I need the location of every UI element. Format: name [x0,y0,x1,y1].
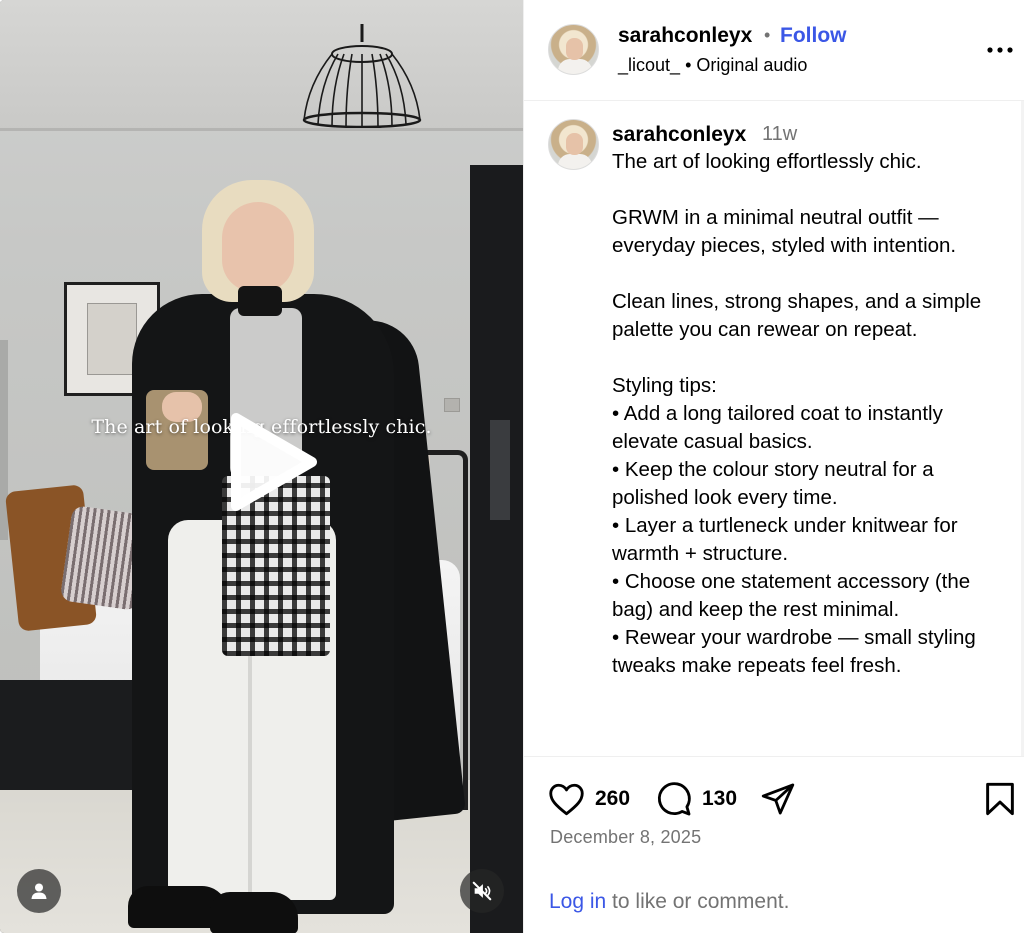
tagged-users-button[interactable] [17,869,61,913]
login-prompt-text: to like or comment. [606,890,790,913]
comment-icon [657,782,691,816]
comment-button[interactable]: 130 [656,779,737,819]
user-icon [31,883,47,899]
avatar[interactable] [548,119,599,170]
save-button[interactable] [984,779,1016,819]
audio-label[interactable]: Original audio [696,55,807,75]
avatar[interactable] [548,24,599,75]
video-player[interactable]: The art of looking effortlessly chic. [0,0,523,933]
audio-separator: • [685,55,697,75]
more-icon [987,47,1013,53]
follow-button[interactable]: Follow [780,24,847,48]
audio-author[interactable]: _licout_ [618,55,680,75]
person-figure [110,180,466,933]
comments-area[interactable]: sarahconleyx 11w The art of looking effo… [524,101,1024,756]
heart-icon [549,783,584,815]
share-button[interactable] [760,779,796,819]
more-options-button[interactable] [986,36,1014,64]
caption-text: The art of looking effortlessly chic. GR… [612,150,982,677]
caption-timestamp[interactable]: 11w [762,123,797,146]
mute-icon [472,881,492,901]
play-icon[interactable] [216,410,320,514]
like-count[interactable]: 260 [595,787,630,811]
post-panel: sarahconleyx • Follow _licout_ • Origina… [523,0,1024,933]
like-button[interactable]: 260 [548,779,630,819]
separator-dot: • [764,25,771,45]
share-icon [761,783,795,815]
bookmark-icon [986,782,1014,816]
pendant-lamp [302,24,422,128]
header-username[interactable]: sarahconleyx [618,24,752,48]
post-header: sarahconleyx • Follow _licout_ • Origina… [524,0,1024,101]
login-link[interactable]: Log in [549,890,606,913]
caption-username[interactable]: sarahconleyx [612,123,746,147]
comment-count[interactable]: 130 [702,787,737,811]
post-date[interactable]: December 8, 2025 [550,827,701,848]
audio-line: _licout_ • Original audio [618,55,807,76]
action-bar: 260 130 December 8, 2025 Log in to like … [524,756,1024,933]
mute-button[interactable] [460,869,504,913]
login-prompt: Log in to like or comment. [549,890,789,914]
